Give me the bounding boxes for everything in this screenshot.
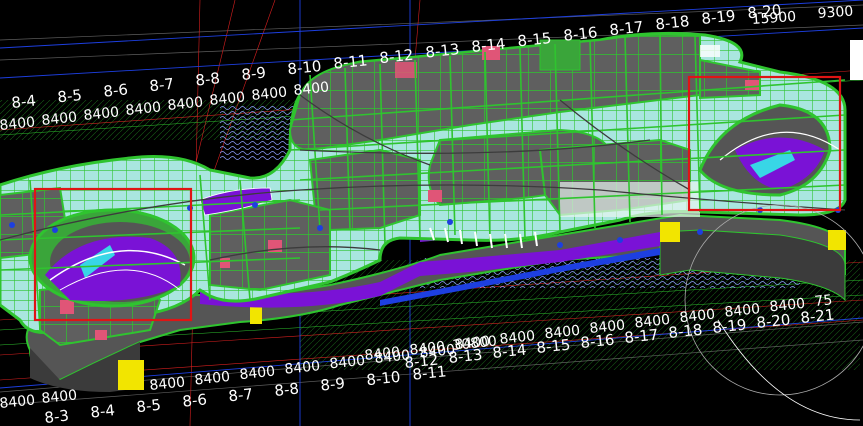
yellow-core-right [660,222,680,242]
axis-label-bottom: 8-9 [320,374,346,394]
dimension-bottom: 8400 [239,364,276,384]
axis-label-bottom: 8-6 [182,390,208,410]
axis-label-top: 8-10 [287,57,323,78]
axis-label-top: 8-6 [103,80,129,100]
dimension-top-right: 15900 [751,9,797,28]
dimension-bottom-left: 8400 [0,392,36,412]
axis-label-top: 8-4 [11,92,37,112]
axis-label-top: 8-12 [379,46,415,67]
axis-label-top: 8-18 [655,12,691,33]
cad-model-viewport[interactable]: 8-4 8-5 8-6 8-7 8-8 8-9 8-10 8-11 8-12 8-13 8-14 8-… [0,0,863,426]
dimension-bottom-left: 8400 [41,387,78,407]
axis-label-top: 8-14 [471,35,507,56]
axis-label-mid-right: 8-15 [536,336,572,357]
axis-label-bottom: 8-11 [412,362,448,383]
dimension-top-right: 9300 [817,4,854,22]
axis-label-top: 8-5 [57,86,83,106]
axis-label-top: 8-11 [333,51,369,72]
axis-label-bottom: 8-3 [44,407,70,426]
axis-label-top: 8-9 [241,64,267,84]
axis-label-top: 8-15 [517,29,553,50]
dimension-bottom: 8400 [149,374,186,394]
axis-label-top: 8-13 [425,40,461,61]
axis-label-top: 8-19 [701,7,737,28]
axis-label-bottom: 8-7 [228,385,254,405]
axis-label-bottom: 8-5 [136,396,162,416]
axis-label-mid-right: 8-16 [580,331,616,352]
dimension-bottom: 8400 [194,369,231,389]
axis-label-mid-right: 8-21 [800,306,836,327]
viewport-edge-bar [850,40,863,80]
axis-label-top: 8-16 [563,23,599,44]
axis-label-bottom: 8-10 [366,368,402,389]
axis-label-top: 8-17 [609,18,645,39]
axis-label-mid-right: 8-20 [756,311,792,332]
axis-label-top: 8-7 [149,75,175,95]
axis-label-mid-right: 8-19 [712,316,748,337]
dimension-bottom: 8400 [284,358,321,378]
left-atrium [28,208,196,308]
axis-label-mid-right: 8-18 [668,321,704,342]
axis-label-mid-right: 8-17 [624,326,660,347]
axis-label-bottom: 8-4 [90,401,116,421]
axis-label-top: 8-8 [195,69,221,89]
yellow-core-bottom-left [118,360,144,390]
cad-drawing[interactable]: 8-4 8-5 8-6 8-7 8-8 8-9 8-10 8-11 8-12 8-13 8-14 8-… [0,0,863,426]
axis-label-bottom: 8-8 [274,380,300,400]
yellow-core-far-right [828,230,846,250]
